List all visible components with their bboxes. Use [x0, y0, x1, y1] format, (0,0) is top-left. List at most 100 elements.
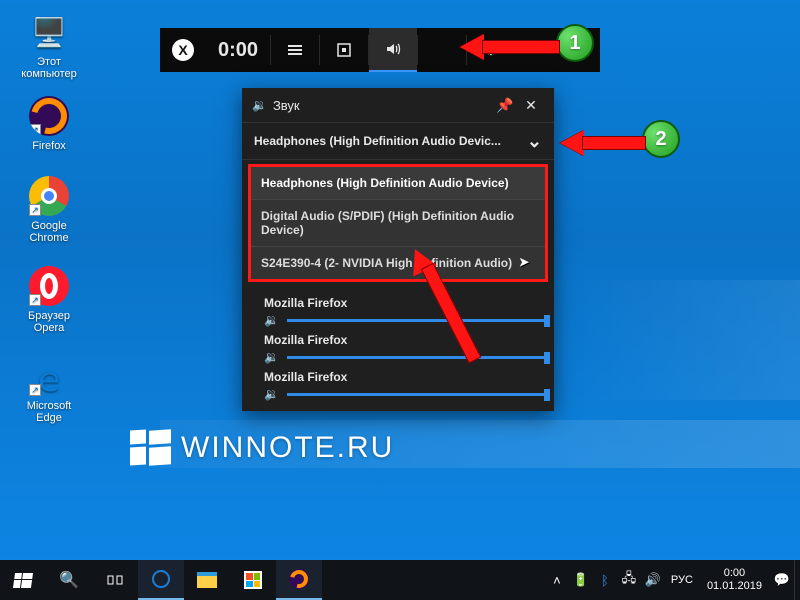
language-indicator[interactable]: РУС [665, 574, 699, 586]
opera-icon: ↗ [29, 266, 69, 306]
volume-slider[interactable] [287, 319, 544, 322]
tray-volume[interactable]: 🔊 [641, 572, 665, 588]
tray-network[interactable]: 🖧 [617, 569, 641, 591]
pin-button[interactable]: 📌 [492, 97, 518, 114]
speaker-icon: 🔉 [264, 387, 279, 401]
watermark-text: WINNOTE.RU [181, 431, 394, 465]
close-button[interactable]: ✕ [518, 97, 544, 114]
windows-logo-icon [130, 430, 171, 465]
menu-icon [287, 42, 303, 58]
device-option[interactable]: S24E390-4 (2- NVIDIA High Definition Aud… [251, 247, 545, 279]
action-center-button[interactable]: 💬 [770, 572, 794, 588]
taskview-icon [107, 572, 123, 588]
desktop-icon-chrome[interactable]: ↗ Google Chrome [14, 176, 84, 244]
icon-label: Firefox [14, 140, 84, 152]
volume-mixer: Mozilla Firefox 🔉 Mozilla Firefox 🔉 Mozi… [242, 286, 554, 411]
taskbar-clock[interactable]: 0:00 01.01.2019 [699, 567, 770, 593]
desktop: 🖥️ Этот компьютер ↗ Firefox ↗ Google Chr… [0, 0, 800, 600]
taskbar-app-firefox[interactable] [276, 560, 322, 600]
cursor-icon: ➤ [519, 255, 529, 269]
gamebar-performance-button[interactable] [418, 28, 466, 72]
show-desktop-button[interactable] [794, 560, 800, 600]
badge-number: 2 [655, 128, 666, 151]
gamebar-capture-button[interactable] [320, 28, 368, 72]
taskbar-app-edge[interactable] [138, 560, 184, 600]
volume-slider[interactable] [287, 393, 544, 396]
windows-icon [13, 573, 33, 588]
app-volume-row: Mozilla Firefox 🔉 [252, 333, 544, 364]
taskbar-app-explorer[interactable] [184, 560, 230, 600]
app-volume-row: Mozilla Firefox 🔉 [252, 296, 544, 327]
selected-device-label: Headphones (High Definition Audio Devic.… [254, 134, 521, 148]
notification-icon: 💬 [774, 572, 790, 587]
network-icon: 🖧 [622, 570, 637, 585]
gear-icon: ⚙ [484, 41, 497, 59]
gamebar-widgets-button[interactable] [271, 28, 319, 72]
speaker-icon: 🔉 [264, 350, 279, 364]
desktop-icon-firefox[interactable]: ↗ Firefox [14, 96, 84, 152]
device-option-label: S24E390-4 (2- NVIDIA High Definition Aud… [261, 256, 512, 270]
gamebar-timer: 0:00 [206, 28, 270, 72]
chevron-down-icon: ⌄ [527, 131, 542, 152]
sound-panel: 🔉 Звук 📌 ✕ Headphones (High Definition A… [242, 88, 554, 411]
volume-icon [385, 41, 401, 57]
panel-title: Звук [273, 98, 492, 113]
chevron-up-icon: ˄ [553, 573, 561, 588]
search-icon: 🔍 [59, 570, 79, 590]
device-options-list: Headphones (High Definition Audio Device… [248, 164, 548, 282]
clock-time: 0:00 [707, 567, 762, 580]
annotation-badge-2: 2 [642, 120, 680, 158]
icon-label: Браузер Opera [14, 310, 84, 334]
device-option[interactable]: Digital Audio (S/PDIF) (High Definition … [251, 200, 545, 247]
chrome-icon: ↗ [29, 176, 69, 216]
icon-label: Google Chrome [14, 220, 84, 244]
xbox-icon: X [172, 39, 194, 61]
icon-label: Microsoft Edge [14, 400, 84, 424]
desktop-icon-opera[interactable]: ↗ Браузер Opera [14, 266, 84, 334]
tray-expand-button[interactable]: ˄ [545, 573, 569, 588]
tray-battery[interactable]: 🔋 [569, 572, 593, 588]
app-name: Mozilla Firefox [252, 333, 544, 350]
app-volume-row: Mozilla Firefox 🔉 [252, 370, 544, 401]
tray-bluetooth[interactable]: ᛒ [593, 573, 617, 588]
device-option[interactable]: Headphones (High Definition Audio Device… [251, 167, 545, 200]
close-icon: ✕ [525, 97, 537, 113]
volume-slider[interactable] [287, 356, 544, 359]
desktop-icon-edge[interactable]: ｅ↗ Microsoft Edge [14, 356, 84, 424]
volume-icon: 🔉 [252, 98, 267, 112]
app-name: Mozilla Firefox [252, 296, 544, 313]
start-button[interactable] [0, 560, 46, 600]
system-tray: ˄ 🔋 ᛒ 🖧 🔊 РУС 0:00 01.01.2019 💬 [545, 560, 800, 600]
annotation-badge-1: 1 [556, 24, 594, 62]
search-button[interactable]: 🔍 [46, 560, 92, 600]
watermark: WINNOTE.RU [130, 430, 394, 465]
edge-icon [152, 570, 170, 588]
icon-label: Этот компьютер [14, 56, 84, 80]
app-name: Mozilla Firefox [252, 370, 544, 387]
xbox-button[interactable]: X [160, 28, 206, 72]
capture-icon [336, 42, 352, 58]
battery-icon: 🔋 [573, 572, 589, 587]
desktop-icon-this-pc[interactable]: 🖥️ Этот компьютер [14, 12, 84, 80]
speaker-icon: 🔉 [264, 313, 279, 327]
edge-icon: ｅ↗ [29, 356, 69, 396]
wallpaper-shape [580, 280, 800, 400]
gamebar-audio-button[interactable] [369, 28, 417, 72]
taskbar-app-store[interactable] [230, 560, 276, 600]
xbox-gamebar: X 0:00 ⚙ [160, 28, 600, 72]
bluetooth-icon: ᛒ [601, 573, 609, 588]
output-device-dropdown[interactable]: Headphones (High Definition Audio Devic.… [242, 122, 554, 160]
firefox-icon [289, 569, 309, 589]
clock-date: 01.01.2019 [707, 580, 762, 593]
file-explorer-icon [197, 572, 217, 588]
badge-number: 1 [569, 32, 580, 55]
gamebar-settings-button[interactable]: ⚙ [467, 28, 515, 72]
store-icon [244, 571, 262, 589]
taskbar: 🔍 ˄ 🔋 ᛒ 🖧 🔊 РУС 0:00 01.01.2019 💬 [0, 560, 800, 600]
volume-icon: 🔊 [645, 572, 661, 587]
pin-icon: 📌 [496, 97, 513, 113]
sound-panel-titlebar: 🔉 Звук 📌 ✕ [242, 88, 554, 122]
this-pc-icon: 🖥️ [29, 12, 69, 52]
taskview-button[interactable] [92, 560, 138, 600]
firefox-icon: ↗ [29, 96, 69, 136]
